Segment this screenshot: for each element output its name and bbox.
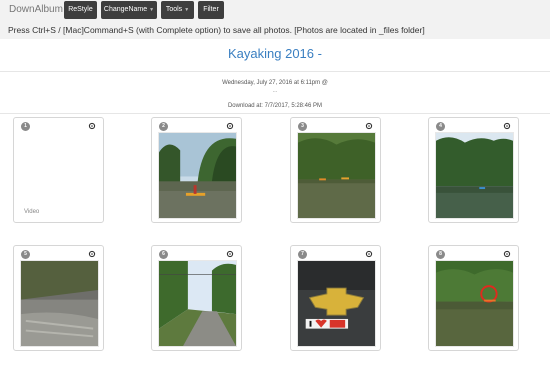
photo-card[interactable]: 4 xyxy=(428,117,519,223)
divider xyxy=(0,113,550,114)
settings-icon[interactable] xyxy=(503,122,511,130)
settings-icon[interactable] xyxy=(226,250,234,258)
filter-button[interactable]: Filter xyxy=(198,1,224,19)
photo-thumbnail[interactable] xyxy=(297,132,376,219)
photo-card[interactable]: 5 xyxy=(13,245,104,351)
settings-icon[interactable] xyxy=(226,122,234,130)
photo-card[interactable]: 7 xyxy=(290,245,381,351)
album-title-link[interactable]: Kayaking 2016 xyxy=(228,46,314,61)
settings-icon[interactable] xyxy=(365,250,373,258)
filter-label: Filter xyxy=(203,6,219,13)
item-number-badge: 7 xyxy=(298,250,307,259)
photo-card[interactable]: 6 xyxy=(151,245,242,351)
save-instructions: Press Ctrl+S / [Mac]Command+S (with Comp… xyxy=(8,25,425,35)
item-number-badge: 4 xyxy=(436,122,445,131)
settings-icon[interactable] xyxy=(365,122,373,130)
item-number-badge: 1 xyxy=(21,122,30,131)
item-number-badge: 5 xyxy=(21,250,30,259)
album-title: Kayaking 2016 - xyxy=(0,46,550,61)
photo-card[interactable]: 3 xyxy=(290,117,381,223)
photo-card[interactable]: 2 xyxy=(151,117,242,223)
chevron-down-icon: ▼ xyxy=(184,7,190,13)
item-number-badge: 2 xyxy=(159,122,168,131)
photo-thumbnail[interactable] xyxy=(158,260,237,347)
photo-card[interactable]: 8 xyxy=(428,245,519,351)
changename-label: ChangeName xyxy=(103,6,148,13)
chevron-down-icon: ▼ xyxy=(149,7,155,13)
tools-label: Tools xyxy=(165,6,183,13)
photo-thumbnail[interactable] xyxy=(435,132,514,219)
changename-button[interactable]: ChangeName ▼ xyxy=(101,1,157,19)
top-bar: DownAlbum ReStyle ChangeName ▼ Tools ▼ Fil… xyxy=(0,0,550,39)
settings-icon[interactable] xyxy=(88,250,96,258)
settings-icon[interactable] xyxy=(503,250,511,258)
item-number-badge: 3 xyxy=(298,122,307,131)
title-dash: - xyxy=(317,46,322,61)
tools-button[interactable]: Tools ▼ xyxy=(161,1,194,19)
photo-thumbnail[interactable] xyxy=(435,260,514,347)
photo-thumbnail[interactable] xyxy=(158,132,237,219)
album-description: ... xyxy=(272,88,278,94)
download-timestamp: Download at: 7/7/2017, 5:28:46 PM xyxy=(227,103,323,109)
photo-thumbnail[interactable] xyxy=(20,260,99,347)
video-label: Video xyxy=(24,209,40,215)
album-date: Wednesday, July 27, 2016 at 6:11pm @ xyxy=(222,80,328,86)
photo-card[interactable]: 1 Video xyxy=(13,117,104,223)
divider xyxy=(0,71,550,72)
restyle-label: ReStyle xyxy=(68,6,93,13)
item-number-badge: 6 xyxy=(159,250,168,259)
restyle-button[interactable]: ReStyle xyxy=(64,1,97,19)
settings-icon[interactable] xyxy=(88,122,96,130)
brand-name[interactable]: DownAlbum xyxy=(9,4,63,15)
photo-thumbnail[interactable] xyxy=(297,260,376,347)
item-number-badge: 8 xyxy=(436,250,445,259)
